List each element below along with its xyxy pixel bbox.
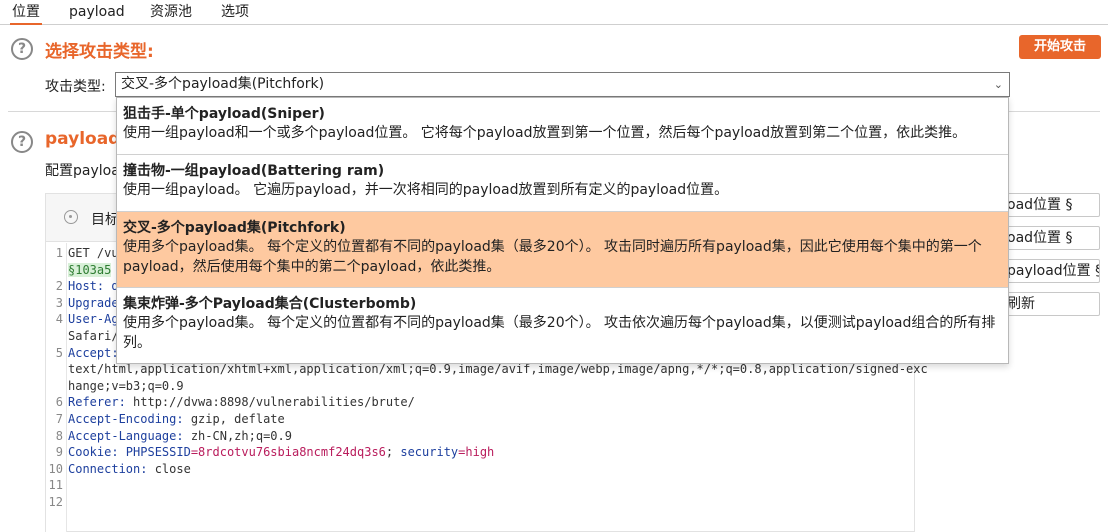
target-icon [64,210,78,224]
code-token: Accept: [68,345,119,360]
option-battering-ram[interactable]: 撞击物-一组payload(Battering ram) 使用一组payload… [117,155,1008,212]
code-token: zh-CN,zh;q=0.9 [190,428,292,443]
code-token: Host: d [68,279,119,294]
code-token: =high [458,445,495,460]
tab-options[interactable]: 选项 [219,0,251,25]
tab-payload[interactable]: payload [67,0,127,25]
line-number: 3 [55,295,63,310]
option-description: 使用一组payload。 它遍历payload，并一次将相同的payload放置… [123,182,729,198]
code-line: hange;v=b3;q=0.9 [46,378,914,395]
code-token: close [154,461,191,476]
attack-type-select[interactable]: 交叉-多个payload集(Pitchfork) ⌄ [115,72,1010,97]
clear-payload-position-button[interactable]: oad位置 § [1002,226,1100,250]
option-title: 狙击手-单个payload(Sniper) [123,106,325,122]
line-number: 2 [55,279,63,294]
code-line: 11 [46,477,914,494]
attack-type-label: 攻击类型: [45,79,106,95]
line-number: 12 [48,494,63,509]
code-token: Accept-Language: [68,428,191,443]
code-token: Cookie: [68,445,126,460]
code-token: Upgrade [68,295,119,310]
option-description: 使用多个payload集。 每个定义的位置都有不同的payload集（最多20个… [123,315,996,351]
code-token: security [400,445,459,460]
target-label: 目标 [91,212,119,228]
code-token: GET /vu [68,246,119,260]
code-line: 12 [46,494,914,511]
code-token: =8rdcotvu76sbia8ncmf24dq3s6 [190,445,386,460]
line-number: 6 [55,395,63,410]
start-attack-button[interactable]: 开始攻击 [1019,35,1101,59]
code-token: gzip, deflate [190,411,285,426]
option-pitchfork[interactable]: 交叉-多个payload集(Pitchfork) 使用多个payload集。 每… [117,212,1008,288]
code-token: §103a5 [68,262,112,277]
help-icon[interactable]: ? [11,38,33,60]
line-number: 4 [55,312,63,327]
refresh-button[interactable]: 刷新 [1002,292,1100,316]
code-token: PHPSESSID [125,445,191,460]
auto-payload-position-button[interactable]: payload位置 § [1002,259,1100,283]
line-number: 1 [55,246,63,260]
line-number: 11 [48,478,63,493]
code-line: 10 Connection: close [46,461,914,478]
attack-type-selected-value: 交叉-多个payload集(Pitchfork) [121,76,325,92]
code-token: hange;v=b3;q=0.9 [68,378,184,393]
code-line: 6 Referer: http://dvwa:8898/vulnerabiliti… [46,394,914,411]
line-number: 5 [55,345,63,360]
line-number: 10 [48,461,63,476]
tab-resource-pool[interactable]: 资源池 [148,0,194,25]
code-token: Safari/ [68,328,119,343]
option-description: 使用多个payload集。 每个定义的位置都有不同的payload集（最多20个… [123,239,982,275]
option-title: 集束炸弹-多个Payload集合(Clusterbomb) [123,296,417,312]
tab-positions[interactable]: 位置 [10,0,42,25]
code-token: User-Ag [68,312,119,327]
option-sniper[interactable]: 狙击手-单个payload(Sniper) 使用一组payload和一个或多个p… [117,98,1008,155]
line-number: 8 [55,428,63,443]
tab-bar: 位置 payload 资源池 选项 [0,0,1108,25]
code-token: ; [385,445,401,460]
option-clusterbomb[interactable]: 集束炸弹-多个Payload集合(Clusterbomb) 使用多个payloa… [117,288,1008,363]
add-payload-position-button[interactable]: oad位置 § [1002,193,1100,217]
attack-type-title: 选择攻击类型: [45,42,154,62]
code-line: 9 Cookie: PHPSESSID=8rdcotvu76sbia8ncmf24… [46,444,914,461]
code-token: Referer: [68,395,134,410]
option-title: 撞击物-一组payload(Battering ram) [123,163,385,179]
payload-positions-description: 配置payloa [45,163,120,179]
option-title: 交叉-多个payload集(Pitchfork) [123,220,346,236]
code-token: text/html,application/xhtml+xml,applicat… [68,362,928,377]
help-icon-2[interactable]: ? [11,131,33,153]
option-description: 使用一组payload和一个或多个payload位置。 它将每个payload放… [123,125,967,141]
line-number: 9 [55,445,63,460]
code-line: 8 Accept-Language: zh-CN,zh;q=0.9 [46,428,914,445]
code-line: 7 Accept-Encoding: gzip, deflate [46,411,914,428]
chevron-down-icon: ⌄ [993,78,1003,91]
code-token: Connection: [68,461,155,476]
code-token: Accept-Encoding: [68,411,191,426]
line-number: 7 [55,411,63,426]
code-token: http://dvwa:8898/vulnerabilities/brute/ [133,395,415,410]
attack-type-dropdown-list: 狙击手-单个payload(Sniper) 使用一组payload和一个或多个p… [116,97,1009,364]
